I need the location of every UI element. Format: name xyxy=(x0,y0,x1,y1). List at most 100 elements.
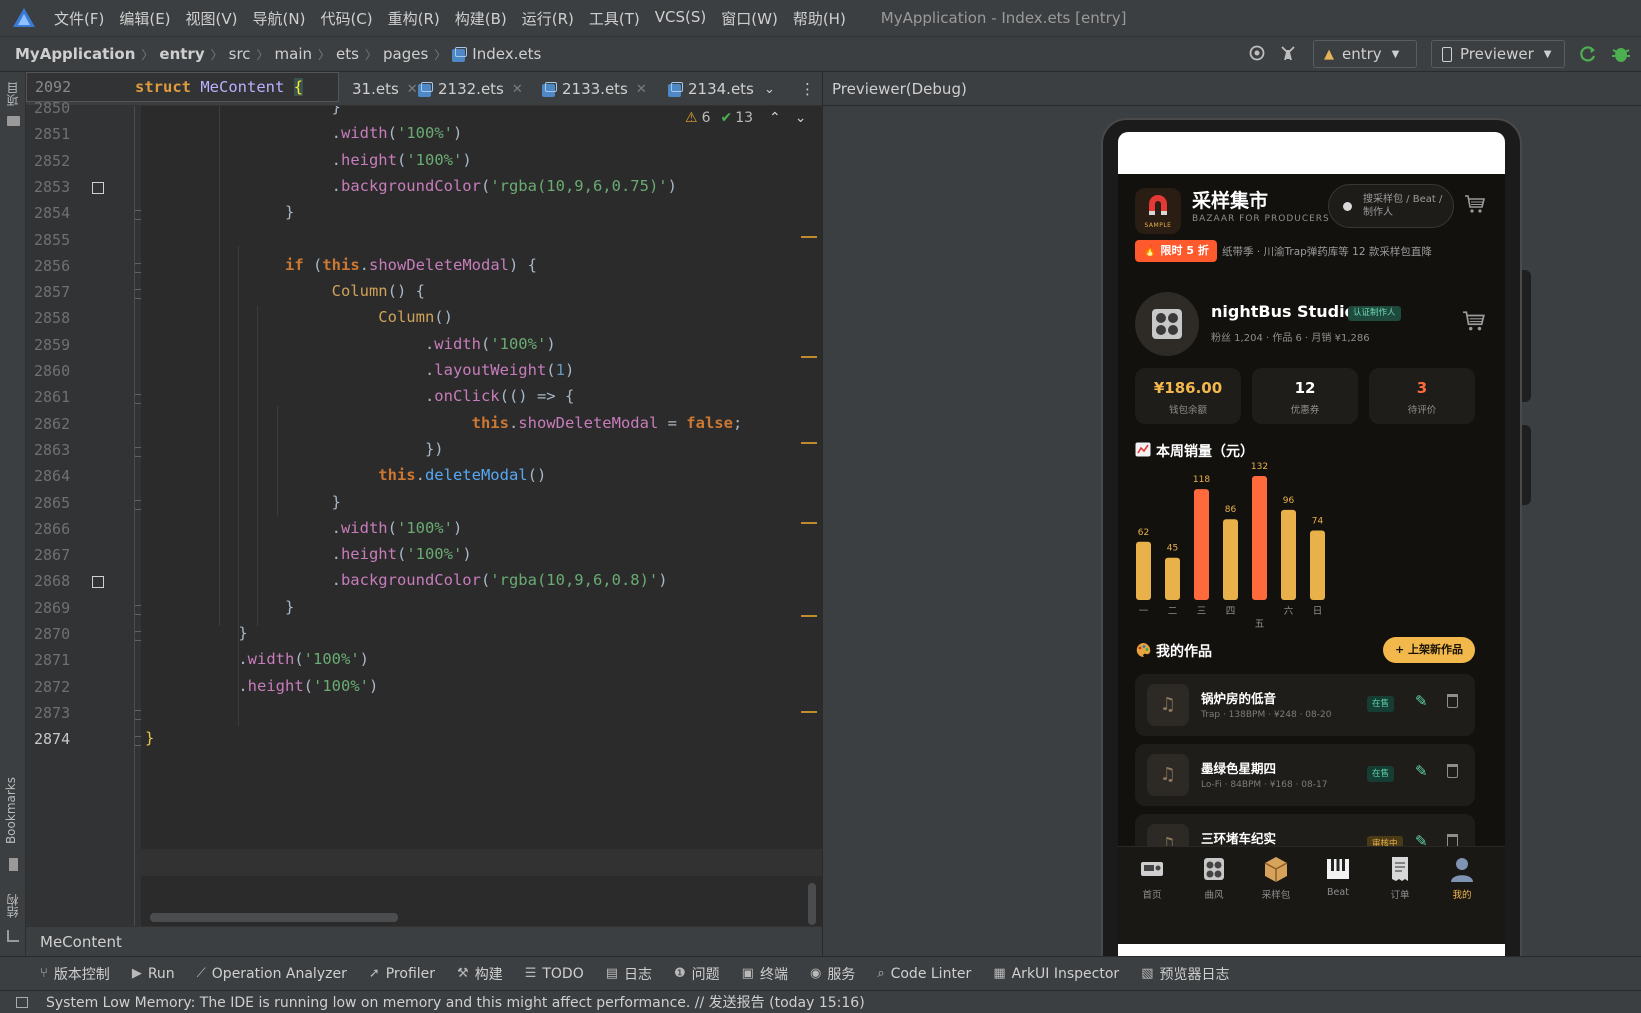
status-message[interactable]: System Low Memory: The IDE is running lo… xyxy=(46,992,865,1012)
debug-bug-icon[interactable] xyxy=(1610,44,1632,64)
tab-2132-ets[interactable]: 2132.ets ✕ xyxy=(418,72,523,106)
code-line[interactable]: .width('100%') xyxy=(145,124,463,142)
run-config-selector[interactable]: Previewer ▼ xyxy=(1431,40,1565,68)
tool-window-analyzer[interactable]: ⟋ Operation Analyzer xyxy=(197,964,347,984)
avatar[interactable] xyxy=(1135,292,1199,356)
code-line[interactable]: Column() xyxy=(145,308,453,326)
code-line[interactable]: } xyxy=(145,729,154,747)
code-line[interactable]: .height('100%') xyxy=(145,677,378,695)
tool-window-vcs[interactable]: ⑂ 版本控制 xyxy=(40,964,110,984)
code-line[interactable]: .height('100%') xyxy=(145,151,472,169)
tool-window-doc[interactable]: ▧ 预览器日志 xyxy=(1141,964,1229,984)
stat-card[interactable]: 3 待评价 xyxy=(1369,368,1475,424)
window-toggle-icon[interactable] xyxy=(16,996,28,1008)
warning-marker[interactable] xyxy=(801,522,817,524)
menu-item[interactable]: VCS(S) xyxy=(655,8,706,29)
more-vertical-icon[interactable]: ⋮ xyxy=(800,72,815,106)
stat-card[interactable]: ¥186.00 钱包余额 xyxy=(1135,368,1241,424)
tool-window-info[interactable]: ❶ 问题 xyxy=(674,964,720,984)
breadcrumb-project[interactable]: MyApplication xyxy=(15,45,135,63)
close-icon[interactable]: ✕ xyxy=(407,82,418,97)
tab-31-ets[interactable]: 31.ets ✕ xyxy=(352,72,418,106)
bar-一[interactable] xyxy=(1136,541,1151,600)
search-box[interactable]: 搜采样包 / Beat / 制作人 xyxy=(1328,184,1454,228)
bar-三[interactable] xyxy=(1194,489,1209,600)
tool-window-inspector[interactable]: ▦ ArkUI Inspector xyxy=(993,964,1119,984)
bar-二[interactable] xyxy=(1165,557,1180,600)
code-line[interactable]: if (this.showDeleteModal) { xyxy=(145,256,537,274)
tab-user[interactable]: 我的 xyxy=(1431,853,1493,905)
bar-四[interactable] xyxy=(1223,519,1238,600)
shop-cart-icon[interactable] xyxy=(1462,310,1486,332)
tool-window-profiler[interactable]: ➚ Profiler xyxy=(369,964,435,984)
horizontal-scrollbar[interactable] xyxy=(150,913,398,922)
breadcrumb-file[interactable]: Index.ets xyxy=(452,45,541,63)
code-breadcrumb-label[interactable]: MeContent xyxy=(40,933,122,951)
bar-日[interactable] xyxy=(1310,530,1325,600)
code-line[interactable]: this.showDeleteModal = false; xyxy=(145,414,743,432)
warning-marker[interactable] xyxy=(801,236,817,238)
code-line[interactable]: .backgroundColor('rgba(10,9,6,0.8)') xyxy=(145,571,668,589)
trash-icon[interactable] xyxy=(1447,694,1458,708)
color-swatch-icon[interactable] xyxy=(92,576,104,589)
code-line[interactable]: } xyxy=(145,493,341,511)
color-swatch-icon[interactable] xyxy=(92,181,104,194)
tool-window-log[interactable]: ▤ 日志 xyxy=(606,964,652,984)
work-item[interactable]: ♫ 锅炉房的低音 Trap · 138BPM · ¥248 · 08-20 在售 ✎ xyxy=(1135,674,1475,736)
warning-marker[interactable] xyxy=(801,711,817,713)
code-line[interactable]: this.deleteModal() xyxy=(145,466,546,484)
code-line[interactable]: } xyxy=(145,106,341,116)
tabs-overflow-chevron-icon[interactable]: ⌄ xyxy=(764,72,775,106)
promo-text[interactable]: 纸带季 · 川渝Trap弹药库等 12 款采样包直降 xyxy=(1222,244,1432,259)
sticky-scope-header[interactable]: 2092 struct MeContent { xyxy=(26,72,339,102)
module-selector[interactable]: ▲ entry ▼ xyxy=(1313,40,1417,68)
bug-icon[interactable] xyxy=(1278,44,1298,62)
tool-window-service[interactable]: ◉ 服务 xyxy=(810,964,855,984)
warning-marker[interactable] xyxy=(801,615,817,617)
phone-screen[interactable]: SAMPLE 采样集市 BAZAAR FOR PRODUCERS 搜采样包 / … xyxy=(1118,132,1505,958)
menu-item[interactable]: 帮助(H) xyxy=(793,8,846,29)
chevron-down-icon[interactable]: ⌄ xyxy=(795,110,807,126)
bar-六[interactable] xyxy=(1281,509,1296,600)
tab-2133-ets[interactable]: 2133.ets ✕ xyxy=(542,72,647,106)
tab-speaker[interactable]: 曲风 xyxy=(1183,853,1245,905)
target-icon[interactable] xyxy=(1248,44,1266,62)
edit-icon[interactable]: ✎ xyxy=(1415,762,1428,780)
code-line[interactable]: } xyxy=(145,624,247,642)
code-line[interactable]: .width('100%') xyxy=(145,519,463,537)
chevron-up-icon[interactable]: ⌃ xyxy=(769,110,781,126)
menu-item[interactable]: 代码(C) xyxy=(320,8,372,29)
code-line[interactable]: .backgroundColor('rgba(10,9,6,0.75)') xyxy=(145,177,677,195)
breadcrumb-pages[interactable]: pages xyxy=(383,45,428,63)
tab-2134-ets[interactable]: 2134.ets xyxy=(668,72,754,106)
inspection-widget[interactable]: ⚠ 6 ✔ 13 ⌃ ⌄ xyxy=(685,110,807,126)
menu-item[interactable]: 工具(T) xyxy=(589,8,640,29)
breadcrumb-ets[interactable]: ets xyxy=(336,45,359,63)
work-item[interactable]: ♫ 墨绿色星期四 Lo-Fi · 84BPM · ¥168 · 08-17 在售 ✎ xyxy=(1135,744,1475,806)
menu-item[interactable]: 编辑(E) xyxy=(119,8,170,29)
tab-receipt[interactable]: 订单 xyxy=(1369,853,1431,905)
breadcrumb-module[interactable]: entry xyxy=(159,45,204,63)
code-line[interactable]: .width('100%') xyxy=(145,650,369,668)
refresh-icon[interactable] xyxy=(1578,44,1598,64)
project-tool-button[interactable]: 项目 xyxy=(4,82,21,106)
menu-item[interactable]: 导航(N) xyxy=(253,8,306,29)
menu-item[interactable]: 运行(R) xyxy=(522,8,574,29)
tool-window-search[interactable]: ⌕ Code Linter xyxy=(877,964,971,984)
warning-marker[interactable] xyxy=(801,356,817,358)
tool-window-list[interactable]: ☰ TODO xyxy=(525,964,584,984)
menu-item[interactable]: 窗口(W) xyxy=(721,8,778,29)
close-icon[interactable]: ✕ xyxy=(636,82,647,97)
promo-tag[interactable]: 🔥 限时 5 折 xyxy=(1135,240,1217,262)
tab-piano[interactable]: Beat xyxy=(1307,853,1369,905)
tab-radio[interactable]: 首页 xyxy=(1121,853,1183,905)
code-line[interactable]: .height('100%') xyxy=(145,545,472,563)
menu-item[interactable]: 视图(V) xyxy=(186,8,238,29)
edit-icon[interactable]: ✎ xyxy=(1415,692,1428,710)
breadcrumb-src[interactable]: src xyxy=(229,45,251,63)
code-line[interactable]: .layoutWeight(1) xyxy=(145,361,574,379)
add-work-button[interactable]: + 上架新作品 xyxy=(1383,637,1475,663)
vertical-scrollbar[interactable] xyxy=(808,883,816,925)
tab-package[interactable]: 采样包 xyxy=(1245,853,1307,905)
tool-window-terminal[interactable]: ▣ 终端 xyxy=(742,964,788,984)
